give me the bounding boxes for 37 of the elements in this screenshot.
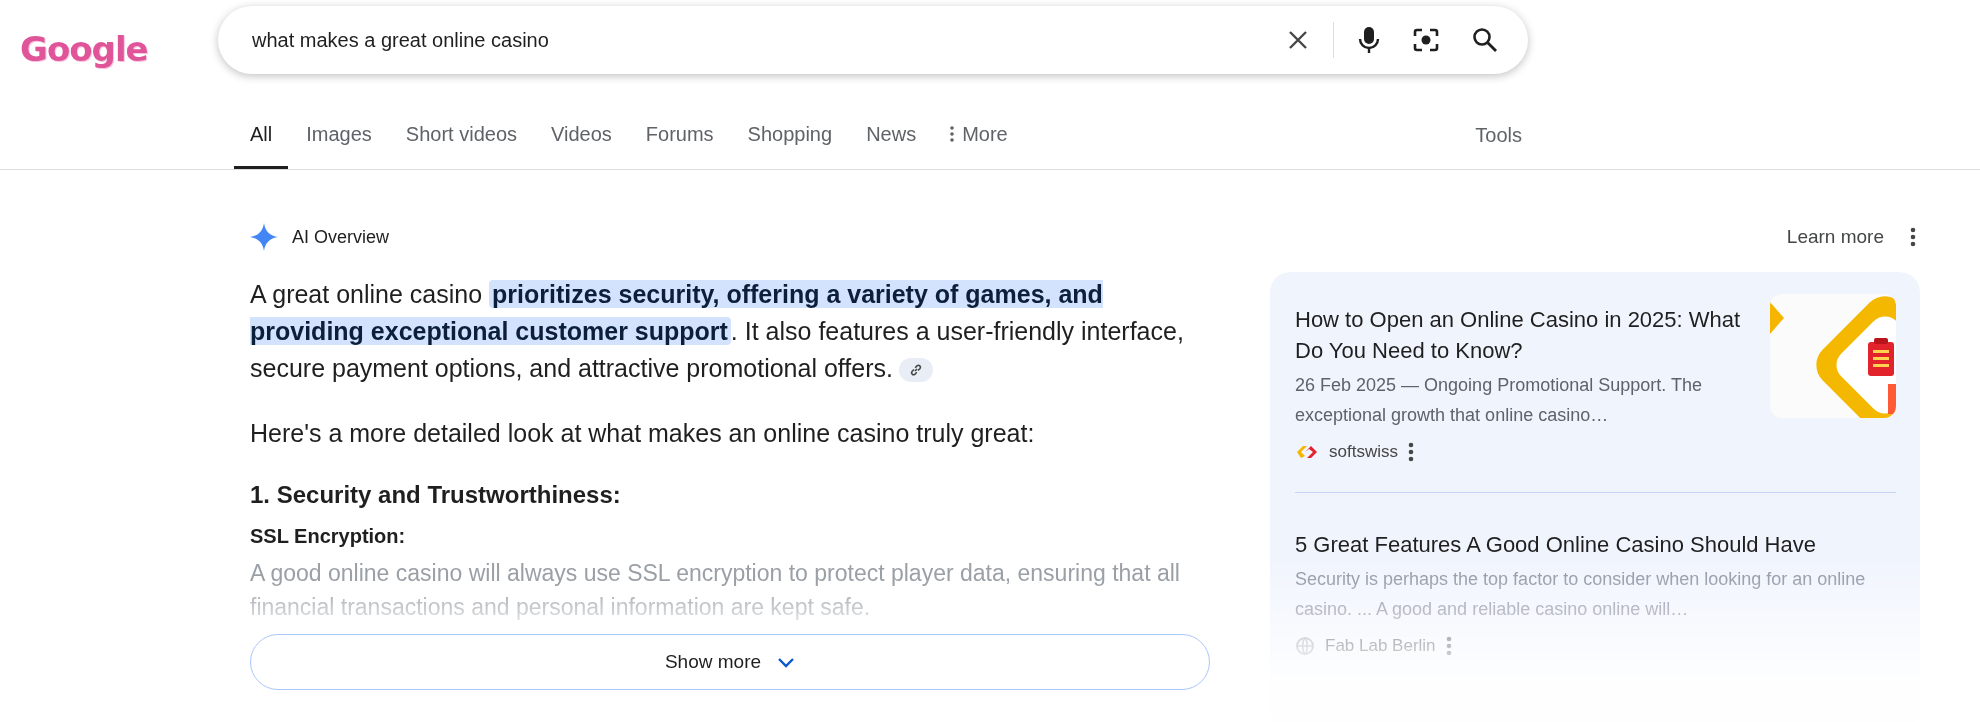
show-more-button[interactable]: Show more bbox=[250, 634, 1210, 690]
tools-tab[interactable]: Tools bbox=[1475, 80, 1522, 169]
tab[interactable]: Forums bbox=[629, 80, 730, 169]
source-logo-icon bbox=[1295, 444, 1319, 460]
paragraph: Here's a more detailed look at what makes an online casino truly great: bbox=[250, 418, 1036, 449]
search-icon[interactable] bbox=[1472, 27, 1498, 53]
tab[interactable]: All bbox=[234, 80, 289, 169]
summary-paragraph: A great online casino prioritizes security, offering a variety of games, and providing exceptional customer support. It also features a user-friendly interface, secure payment options, and attractive promotional offers. bbox=[250, 279, 1185, 385]
subheading: SSL Encryption: bbox=[250, 525, 407, 548]
link-icon[interactable] bbox=[898, 358, 933, 383]
search-input[interactable]: what makes a great online casino bbox=[250, 27, 1287, 53]
logo[interactable]: Google bbox=[20, 11, 218, 69]
tab[interactable]: More bbox=[934, 80, 1024, 169]
tab[interactable]: Images bbox=[290, 80, 388, 169]
globe-icon bbox=[1295, 636, 1315, 656]
tab[interactable]: News bbox=[850, 80, 933, 169]
result-title[interactable]: 5 Great Features A Good Online Casino Should Have bbox=[1295, 529, 1896, 560]
tab[interactable]: Videos bbox=[535, 80, 628, 169]
section-title: AI Overview bbox=[292, 226, 390, 248]
sparkle-icon bbox=[250, 223, 278, 251]
more-options-icon[interactable] bbox=[1407, 442, 1414, 462]
search-bar[interactable]: what makes a great online casino bbox=[218, 6, 1528, 74]
camera-icon[interactable] bbox=[1412, 27, 1440, 53]
source-name[interactable]: softswiss bbox=[1329, 442, 1398, 462]
microphone-icon[interactable] bbox=[1358, 26, 1380, 54]
result-title[interactable]: How to Open an Online Casino in 2025: What Do You Need to Know? bbox=[1295, 304, 1746, 366]
tab[interactable]: Shopping bbox=[731, 80, 849, 169]
tab[interactable]: Short videos bbox=[389, 80, 533, 169]
close-icon[interactable] bbox=[1287, 29, 1309, 51]
result-snippet: 26 Feb 2025 — Ongoing Promotional Support. The exceptional growth that online casino… bbox=[1295, 374, 1703, 427]
paragraph: A good online casino will always use SSL encryption to protect player data, ensuring that all financial transactions and personal information are kept safe. bbox=[250, 559, 1181, 622]
more-vert-icon bbox=[950, 126, 955, 142]
more-options-icon[interactable] bbox=[1910, 227, 1916, 247]
section-heading: 1. Security and Trustworthiness: bbox=[250, 481, 622, 509]
learn-more-link[interactable]: Learn more bbox=[1786, 226, 1884, 248]
chevron-down-icon bbox=[777, 656, 796, 668]
result-snippet: Security is perhaps the top factor to consider when looking for an online casino. ... A good and reliable casino online will… bbox=[1295, 568, 1867, 621]
